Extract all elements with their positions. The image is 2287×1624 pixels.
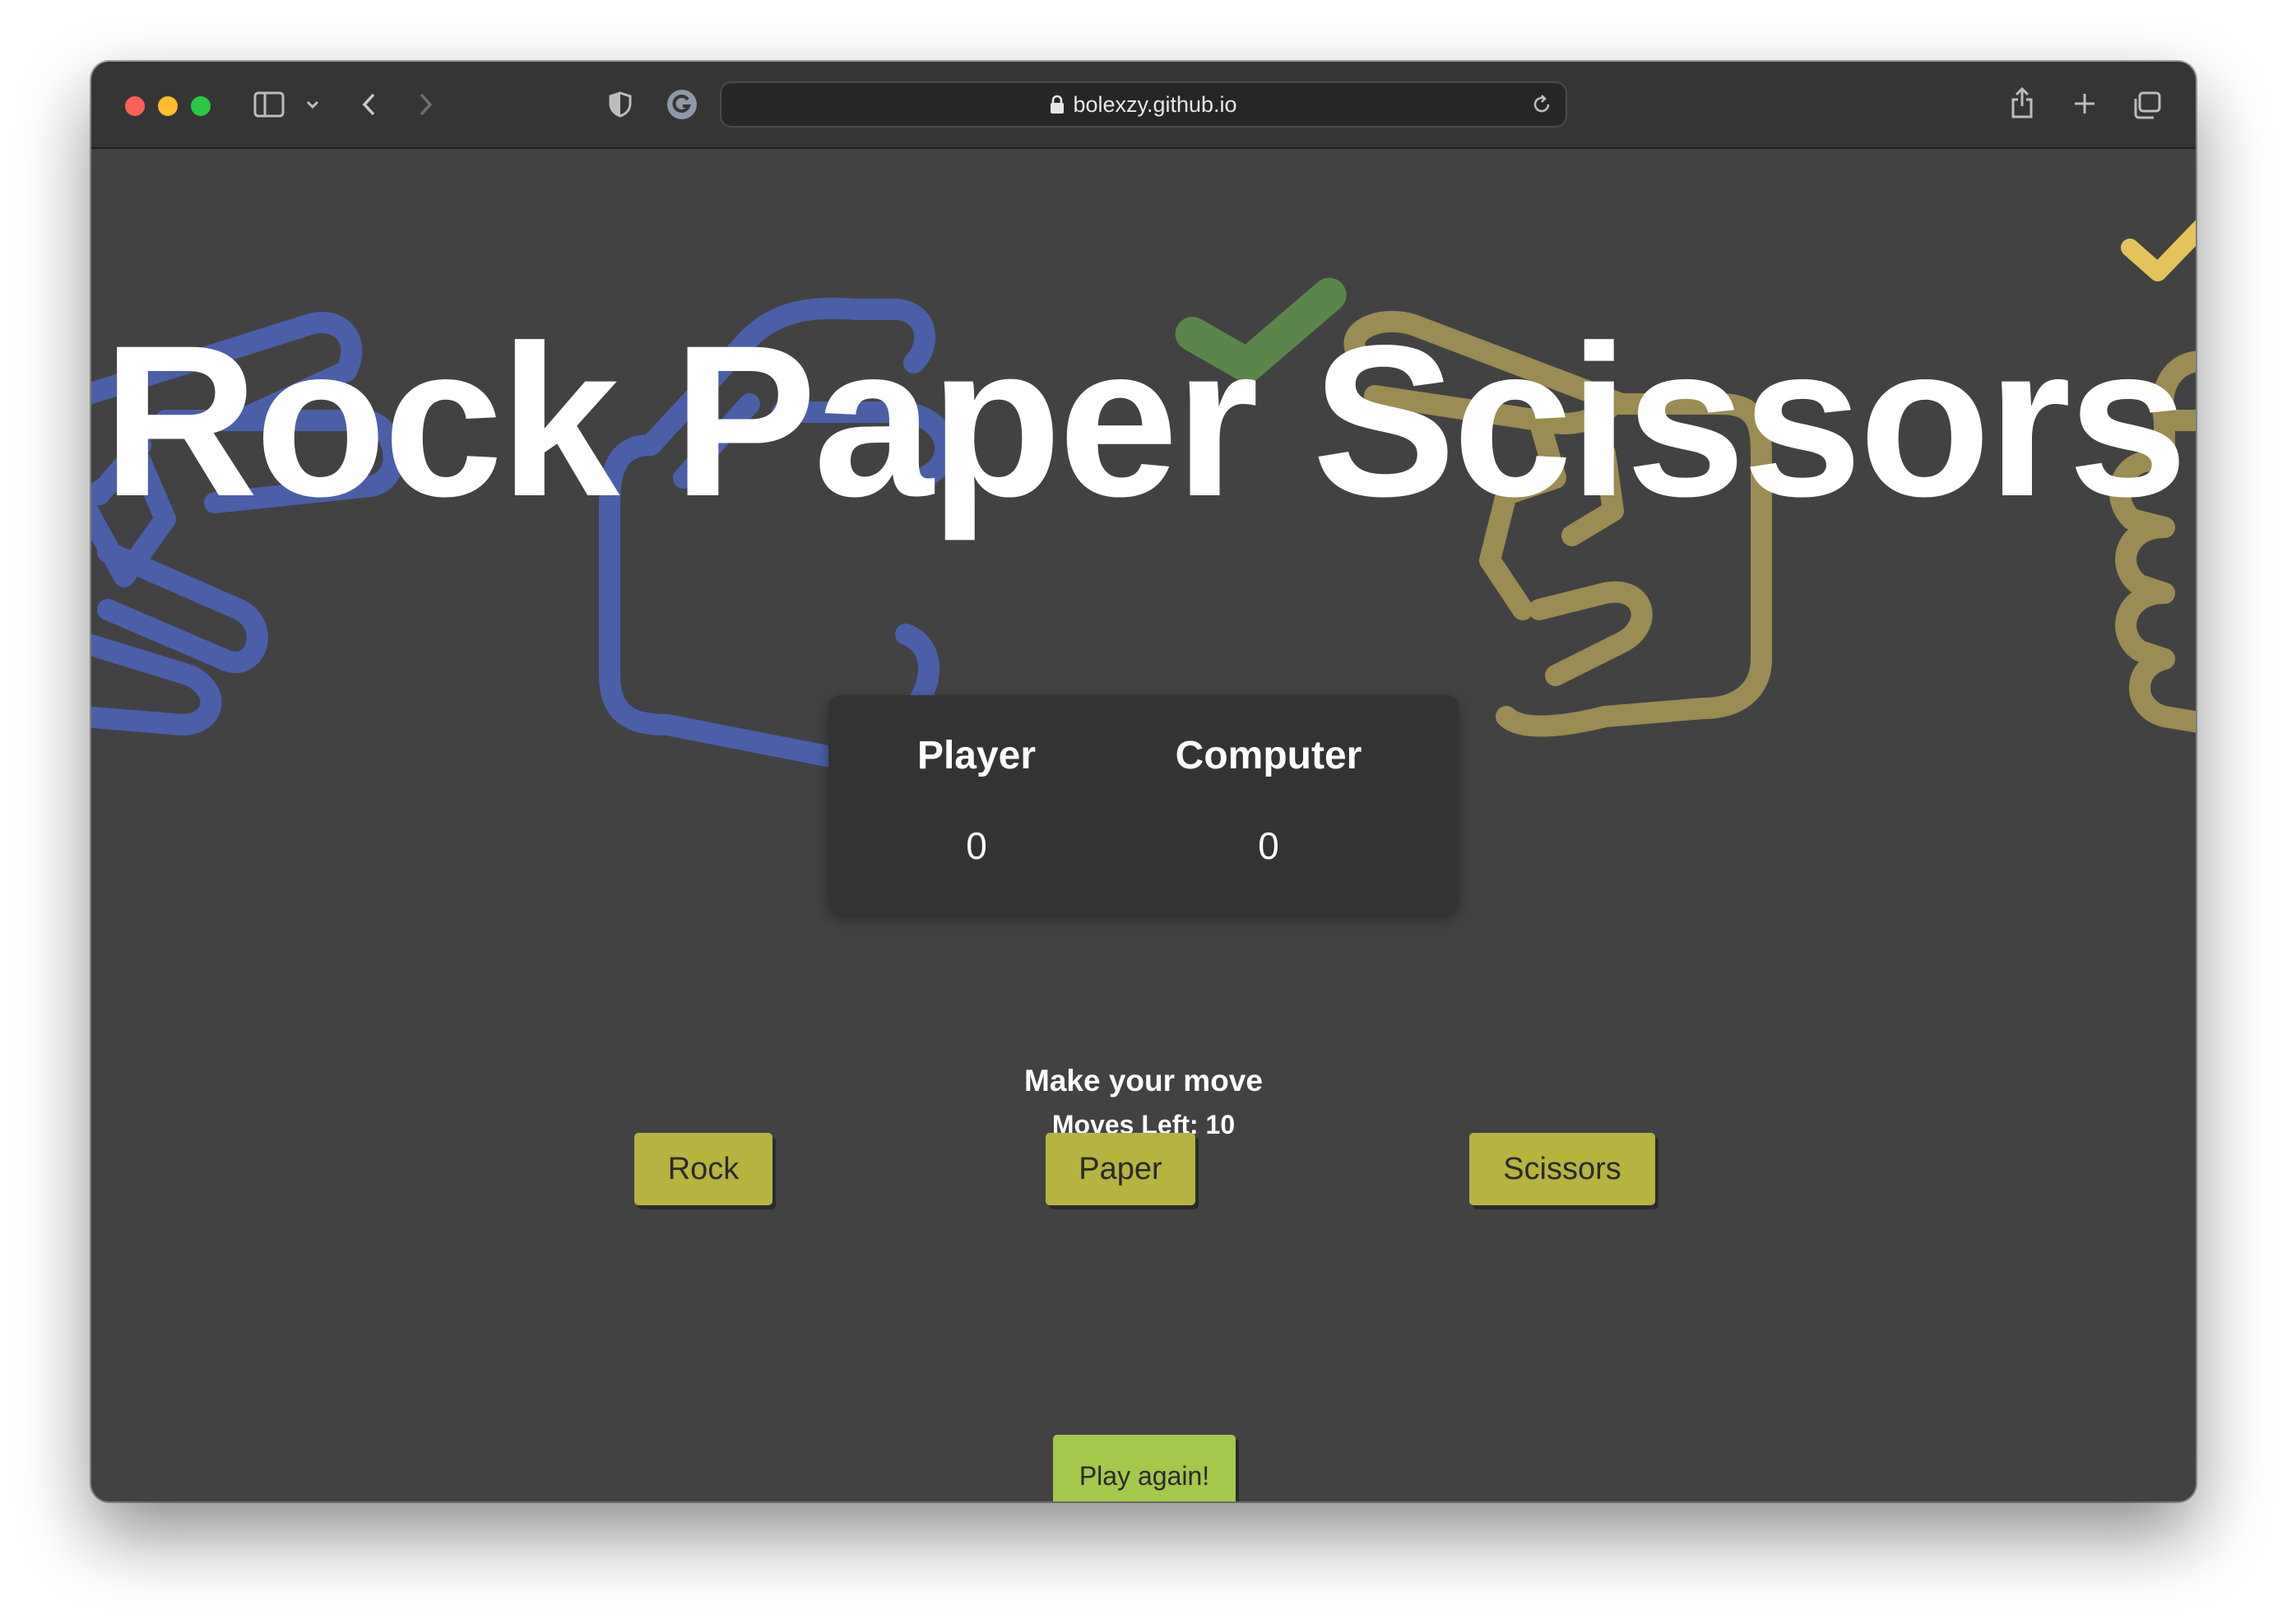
player-label: Player	[916, 734, 1037, 777]
scissors-button[interactable]: Scissors	[1469, 1133, 1655, 1205]
tab-overview-icon[interactable]	[2132, 90, 2163, 121]
scoreboard: Player 0 Computer 0	[828, 695, 1459, 914]
minimize-window-button[interactable]	[158, 96, 178, 116]
chevron-down-icon[interactable]	[304, 95, 322, 114]
share-icon[interactable]	[2008, 85, 2036, 121]
player-score: 0	[966, 824, 987, 867]
computer-score: 0	[1258, 824, 1279, 867]
browser-toolbar: bolexzy.github.io	[91, 62, 2196, 149]
sidebar-icon[interactable]	[253, 90, 285, 119]
address-bar[interactable]: bolexzy.github.io	[720, 81, 1567, 128]
plus-icon[interactable]	[2071, 90, 2099, 118]
url-text: bolexzy.github.io	[1073, 91, 1237, 117]
paper-button[interactable]: Paper	[1046, 1133, 1195, 1205]
yellow-check-icon	[2121, 220, 2196, 281]
lock-icon	[1050, 95, 1065, 114]
grammarly-icon[interactable]	[666, 88, 698, 121]
zoom-window-button[interactable]	[191, 96, 211, 116]
chevron-left-icon[interactable]	[356, 90, 381, 119]
rock-button[interactable]: Rock	[634, 1133, 772, 1205]
shield-icon[interactable]	[606, 90, 634, 119]
computer-label: Computer	[1175, 734, 1362, 777]
game-title: Rock Paper Scissors	[102, 300, 2188, 541]
game-page: Rock Paper Scissors Player 0 Computer 0 …	[91, 149, 2196, 1501]
chevron-right-icon[interactable]	[414, 90, 438, 119]
move-prompt: Make your move	[1024, 1064, 1263, 1097]
reload-icon[interactable]	[1529, 92, 1554, 117]
computer-score-column: Computer 0	[1166, 695, 1371, 914]
close-window-button[interactable]	[125, 96, 145, 116]
player-score-column: Player 0	[894, 695, 1059, 914]
browser-window: bolexzy.github.io Rock Paper Scissors Pl…	[91, 62, 2196, 1501]
play-again-button[interactable]: Play again!	[1053, 1435, 1236, 1501]
